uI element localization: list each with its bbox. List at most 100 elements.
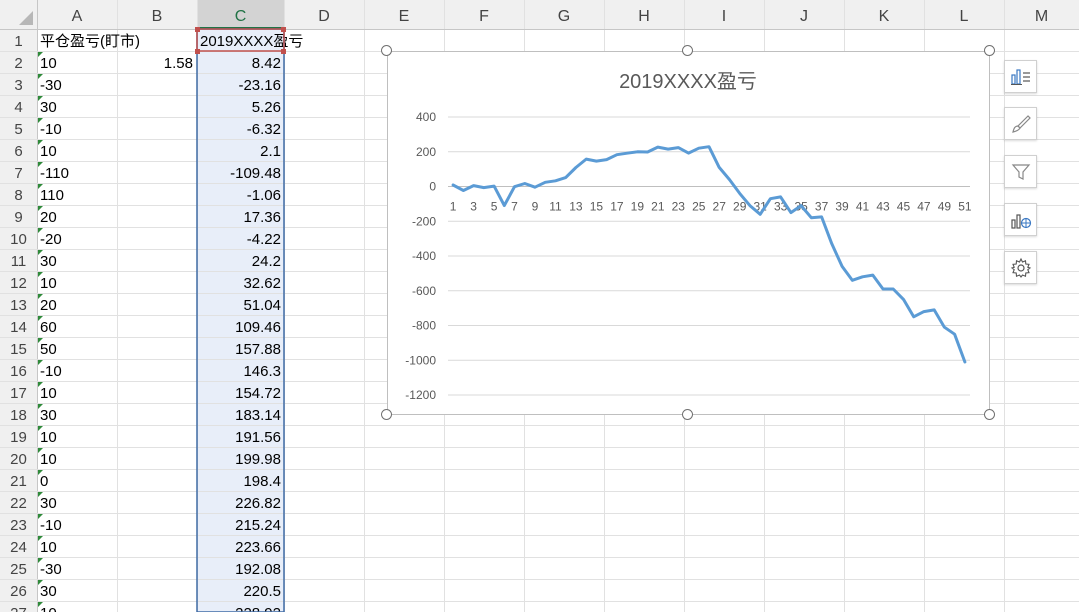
cell-c2[interactable]: 8.42 [252,55,281,72]
cell-a23[interactable]: -10 [40,517,62,534]
row-header-14[interactable]: 14 [10,319,27,336]
cell-c27[interactable]: 228.92 [235,605,281,612]
row-header-22[interactable]: 22 [10,495,27,512]
column-header-c[interactable]: C [235,8,247,25]
cell-a8[interactable]: 110 [40,187,64,204]
cell-c4[interactable]: 5.26 [252,99,281,116]
cell-a24[interactable]: 10 [40,539,57,556]
column-header-f[interactable]: F [479,8,489,25]
cell-c17[interactable]: 154.72 [235,385,281,402]
cell-a26[interactable]: 30 [40,583,57,600]
row-header-25[interactable]: 25 [10,561,27,578]
cell-a16[interactable]: -10 [40,363,62,380]
cell-c13[interactable]: 51.04 [243,297,281,314]
cell-a21[interactable]: 0 [40,473,48,490]
row-header-26[interactable]: 26 [10,583,27,600]
cell-c5[interactable]: -6.32 [247,121,281,138]
cell-c15[interactable]: 157.88 [235,341,281,358]
cell-a27[interactable]: 10 [40,605,57,612]
cell-c25[interactable]: 192.08 [235,561,281,578]
row-header-16[interactable]: 16 [10,363,27,380]
column-header-i[interactable]: I [722,8,726,25]
chart-resize-handle-top-left[interactable] [381,45,392,56]
row-header-12[interactable]: 12 [10,275,27,292]
row-header-6[interactable]: 6 [14,143,22,160]
row-header-13[interactable]: 13 [10,297,27,314]
cell-a18[interactable]: 30 [40,407,57,424]
cell-a4[interactable]: 30 [40,99,57,116]
chart-map-button[interactable] [1004,203,1037,236]
chart-settings-button[interactable] [1004,251,1037,284]
row-header-1[interactable]: 1 [14,33,22,50]
column-header-m[interactable]: M [1035,8,1048,25]
chart-resize-handle-bottom-left[interactable] [381,409,392,420]
chart-styles-button[interactable] [1004,107,1037,140]
cell-a12[interactable]: 10 [40,275,57,292]
cell-a11[interactable]: 30 [40,253,57,270]
row-header-21[interactable]: 21 [10,473,27,490]
cell-c16[interactable]: 146.3 [243,363,281,380]
cell-a13[interactable]: 20 [40,297,57,314]
chart-resize-handle-bottom-right[interactable] [984,409,995,420]
row-header-7[interactable]: 7 [14,165,22,182]
row-header-27[interactable]: 27 [10,605,27,612]
cell-c24[interactable]: 223.66 [235,539,281,556]
cell-c8[interactable]: -1.06 [247,187,281,204]
column-header-g[interactable]: G [558,8,570,25]
row-header-10[interactable]: 10 [10,231,27,248]
row-header-23[interactable]: 23 [10,517,27,534]
chart-filters-button[interactable] [1004,155,1037,188]
cell-a3[interactable]: -30 [40,77,62,94]
cell-a9[interactable]: 20 [40,209,57,226]
chart-resize-handle-top-right[interactable] [984,45,995,56]
cell-a20[interactable]: 10 [40,451,57,468]
cell-c14[interactable]: 109.46 [235,319,281,336]
cell-a15[interactable]: 50 [40,341,57,358]
column-header-b[interactable]: B [152,8,163,25]
cell-a5[interactable]: -10 [40,121,62,138]
row-header-4[interactable]: 4 [14,99,22,116]
cell-a14[interactable]: 60 [40,319,57,336]
row-header-11[interactable]: 11 [11,253,27,270]
chart-elements-button[interactable] [1004,60,1037,93]
row-header-20[interactable]: 20 [10,451,27,468]
cell-c3[interactable]: -23.16 [238,77,281,94]
cell-c12[interactable]: 32.62 [243,275,281,292]
cell-c7[interactable]: -109.48 [230,165,281,182]
row-header-18[interactable]: 18 [10,407,27,424]
cell-c9[interactable]: 17.36 [243,209,281,226]
cell-a10[interactable]: -20 [40,231,62,248]
row-header-8[interactable]: 8 [14,187,22,204]
cell-a25[interactable]: -30 [40,561,62,578]
line-chart[interactable]: 2019XXXX盈亏 400 200 0 -200 -400 -600 -800 -1000 -1… [387,51,990,415]
cell-c26[interactable]: 220.5 [243,583,281,600]
cell-c10[interactable]: -4.22 [247,231,281,248]
row-header-17[interactable]: 17 [10,385,27,402]
row-header-5[interactable]: 5 [14,121,22,138]
cell-a19[interactable]: 10 [40,429,57,446]
column-header-d[interactable]: D [318,8,330,25]
cell-b2[interactable]: 1.58 [164,55,193,72]
row-header-2[interactable]: 2 [14,55,22,72]
cell-a6[interactable]: 10 [40,143,57,160]
cell-c19[interactable]: 191.56 [235,429,281,446]
cell-a22[interactable]: 30 [40,495,57,512]
row-header-15[interactable]: 15 [10,341,27,358]
cell-c6[interactable]: 2.1 [260,143,281,160]
cell-c11[interactable]: 24.2 [252,253,281,270]
chart-resize-handle-bottom-center[interactable] [682,409,693,420]
cell-a7[interactable]: -110 [40,165,69,182]
column-header-k[interactable]: K [879,8,890,25]
cell-c22[interactable]: 226.82 [235,495,281,512]
column-header-e[interactable]: E [399,8,410,25]
cell-a17[interactable]: 10 [40,385,57,402]
row-header-19[interactable]: 19 [10,429,27,446]
column-header-j[interactable]: J [800,8,808,25]
column-header-h[interactable]: H [638,8,650,25]
cell-c21[interactable]: 198.4 [243,473,281,490]
cell-c18[interactable]: 183.14 [235,407,281,424]
cell-c23[interactable]: 215.24 [235,517,281,534]
cell-a2[interactable]: 10 [40,55,57,72]
cell-a1[interactable]: 平仓盈亏(盯市) [40,33,140,50]
column-header-l[interactable]: L [960,8,969,25]
